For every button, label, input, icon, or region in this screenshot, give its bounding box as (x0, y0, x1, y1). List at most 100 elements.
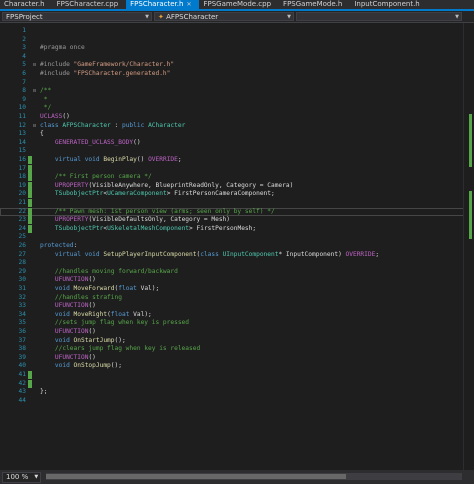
code-line[interactable]: 21 (0, 199, 464, 207)
horizontal-scrollbar[interactable] (46, 473, 462, 480)
code-line[interactable]: 2 (0, 36, 464, 44)
code-line[interactable]: 23 UPROPERTY(VisibleDefaultsOnly, Catego… (0, 216, 464, 225)
tab-fpsgamemode-cpp[interactable]: FPSGameMode.cpp (199, 0, 279, 9)
code-line[interactable]: 40 void OnStopJump(); (0, 362, 464, 370)
code-text: virtual void BeginPlay() OVERRIDE; (40, 156, 182, 164)
code-editor[interactable]: 1 2 3 #pragma once 4 5 ⊟ #include "GameFramewor… (0, 23, 474, 470)
code-line[interactable]: 44 (0, 397, 464, 405)
code-line[interactable]: 9 * (0, 96, 464, 104)
collapse-icon[interactable]: ⊟ (33, 61, 36, 69)
code-line[interactable]: 22 /** Pawn mesh: 1st person view (arms;… (0, 207, 464, 216)
line-number: 31 (18, 285, 26, 292)
code-line[interactable]: 17 (0, 164, 464, 173)
tab-fpscharacter-h[interactable]: FPSCharacter.h ✕ (126, 0, 200, 9)
line-number: 21 (18, 199, 26, 206)
code-line[interactable]: 11 UCLASS() (0, 113, 464, 121)
code-line[interactable]: 39 UFUNCTION() (0, 354, 464, 362)
code-line[interactable]: 8 ⊟ /** (0, 87, 464, 95)
code-line[interactable]: 41 (0, 371, 464, 379)
code-token: MoveForward (73, 285, 115, 292)
code-line[interactable]: 10 */ (0, 104, 464, 112)
line-number: 34 (18, 310, 26, 318)
code-line[interactable]: 16 virtual void BeginPlay() OVERRIDE; (0, 156, 464, 164)
code-text: //clears jump flag when key is released (40, 345, 200, 353)
change-indicator (28, 259, 32, 267)
code-line[interactable]: 4 (0, 53, 464, 61)
code-line[interactable]: 37 void OnStartJump(); (0, 337, 464, 345)
code-token: Val); (133, 310, 152, 318)
chevron-down-icon: ▼ (34, 474, 39, 480)
line-number: 4 (22, 52, 26, 60)
member-dropdown[interactable]: ▼ (296, 12, 462, 21)
project-dropdown[interactable]: FPSProject ▼ (2, 12, 152, 21)
change-indicator (28, 70, 32, 78)
code-line[interactable]: 7 (0, 79, 464, 87)
code-line[interactable]: 35 //sets jump flag when key is pressed (0, 319, 464, 327)
code-line[interactable]: 15 (0, 147, 464, 155)
line-number: 7 (22, 78, 26, 86)
change-indicator (28, 242, 32, 250)
code-token: class (200, 250, 223, 258)
change-indicator (28, 268, 32, 276)
code-token: OnStartJump (73, 336, 115, 344)
code-token: UFUNCTION (40, 276, 89, 284)
change-indicator (28, 233, 32, 241)
code-line[interactable]: 36 UFUNCTION() (0, 328, 464, 336)
tab-inputcomponent-h[interactable]: InputComponent.h (350, 0, 427, 9)
scope-dropdown[interactable]: ✦ AFPSCharacter ▼ (154, 12, 294, 21)
change-indicator (28, 87, 32, 95)
code-token: { (40, 130, 44, 138)
code-line[interactable]: 6 #include "FPSCharacter.generated.h" (0, 70, 464, 78)
collapse-icon[interactable]: ⊟ (33, 87, 36, 95)
change-indicator (28, 156, 32, 164)
code-line[interactable]: 14 GENERATED_UCLASS_BODY() (0, 139, 464, 147)
code-token: TSubobjectPtr (40, 224, 104, 232)
zoom-dropdown[interactable]: 100 % ▼ (2, 472, 42, 483)
code-line[interactable]: 29 //handles moving forward/backward (0, 268, 464, 276)
code-token: void (40, 310, 74, 318)
line-number: 28 (18, 259, 26, 267)
code-line[interactable]: 33 UFUNCTION() (0, 302, 464, 310)
code-line[interactable]: 34 void MoveRight(float Val); (0, 311, 464, 319)
code-line[interactable]: 25 (0, 233, 464, 241)
line-number: 19 (18, 181, 26, 189)
code-line[interactable]: 12 ⊟ class AFPSCharacter : public ACharact… (0, 122, 464, 130)
code-line[interactable]: 38 //clears jump flag when key is releas… (0, 345, 464, 353)
tab-fpscharacter-cpp[interactable]: FPSCharacter.cpp (53, 0, 127, 9)
code-line[interactable]: 28 (0, 259, 464, 267)
code-line[interactable]: 32 //handles strafing (0, 294, 464, 302)
change-indicator (28, 61, 32, 69)
chevron-down-icon: ▼ (455, 14, 459, 20)
code-text: //handles moving forward/backward (40, 268, 178, 276)
code-line[interactable]: 42 (0, 379, 464, 388)
code-line[interactable]: 43}; (0, 388, 464, 396)
code-line[interactable]: 30 UFUNCTION() (0, 276, 464, 284)
scrollbar-thumb[interactable] (46, 474, 346, 479)
code-token: UInputComponent (222, 250, 279, 258)
class-icon: ✦ (158, 13, 164, 21)
code-line[interactable]: 5 ⊟ #include "GameFramework/Character.h" (0, 61, 464, 69)
code-text: UFUNCTION() (40, 276, 96, 284)
collapse-icon[interactable]: ⊟ (33, 122, 36, 130)
code-token: UCLASS (40, 113, 63, 120)
code-line[interactable]: 19 UPROPERTY(VisibleAnywhere, BlueprintR… (0, 181, 464, 190)
code-line[interactable]: 20 TSubobjectPtr<UCameraComponent> First… (0, 190, 464, 199)
code-line[interactable]: 3 #pragma once (0, 44, 464, 52)
code-token: virtual void (40, 250, 104, 258)
tab-fpsgamemode-h[interactable]: FPSGameMode.h (279, 0, 350, 9)
code-line[interactable]: 1 (0, 27, 464, 35)
code-line[interactable]: 31 void MoveForward(float Val); (0, 285, 464, 293)
line-number: 23 (18, 216, 26, 224)
code-text: UCLASS() (40, 113, 70, 121)
vertical-scrollbar[interactable] (463, 23, 474, 470)
code-line[interactable]: 27 virtual void SetupPlayerInputComponen… (0, 251, 464, 259)
code-token: () (62, 113, 70, 120)
close-icon[interactable]: ✕ (186, 1, 191, 8)
code-line[interactable]: 13 { (0, 130, 464, 138)
code-text: protected: (40, 242, 77, 250)
code-line[interactable]: 24 TSubobjectPtr<USkeletalMeshComponent>… (0, 224, 464, 233)
code-line[interactable]: 18 /** First person camera */ (0, 173, 464, 182)
code-line[interactable]: 26 protected: (0, 242, 464, 250)
code-token: float (118, 285, 141, 292)
tab-character-h[interactable]: Character.h (0, 0, 53, 9)
